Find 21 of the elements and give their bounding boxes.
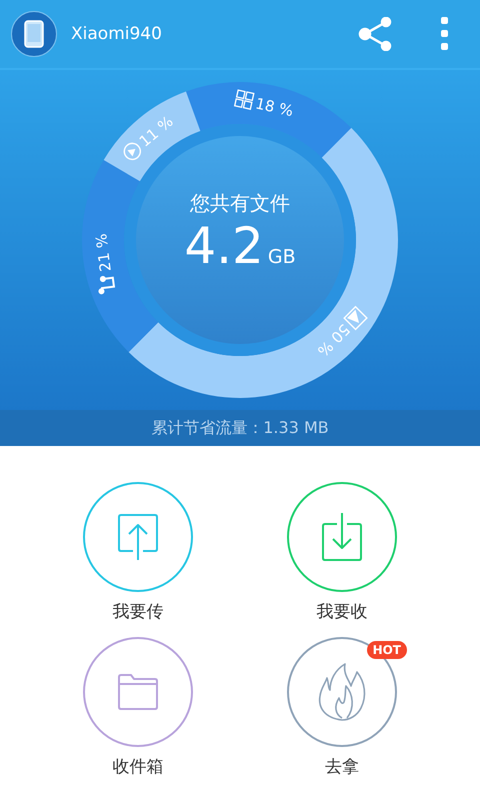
phone-icon bbox=[24, 20, 44, 48]
action-label: 去拿 bbox=[325, 756, 359, 778]
storage-unit: GB bbox=[268, 246, 296, 268]
savings-text: 累计节省流量：1.33 MB bbox=[151, 418, 329, 438]
percent-label: 11 % bbox=[136, 112, 177, 151]
share-icon[interactable] bbox=[358, 17, 394, 51]
device-avatar[interactable] bbox=[11, 11, 57, 57]
download-icon bbox=[321, 512, 363, 562]
percent-label: 18 % bbox=[254, 94, 295, 120]
folder-icon bbox=[117, 673, 159, 711]
storage-amount: 4.2 bbox=[184, 219, 264, 274]
files-caption: 您共有文件 bbox=[190, 190, 290, 217]
hot-badge: HOT bbox=[366, 641, 407, 659]
more-icon[interactable] bbox=[440, 16, 450, 52]
action-label: 我要收 bbox=[316, 601, 368, 623]
device-name: Xiaomi940 bbox=[71, 24, 162, 44]
action-label: 我要传 bbox=[112, 601, 164, 623]
percent-label: 50 % bbox=[314, 320, 354, 360]
action-label: 收件箱 bbox=[112, 756, 164, 778]
percent-label: 21 % bbox=[92, 232, 115, 273]
upload-icon bbox=[117, 513, 159, 561]
